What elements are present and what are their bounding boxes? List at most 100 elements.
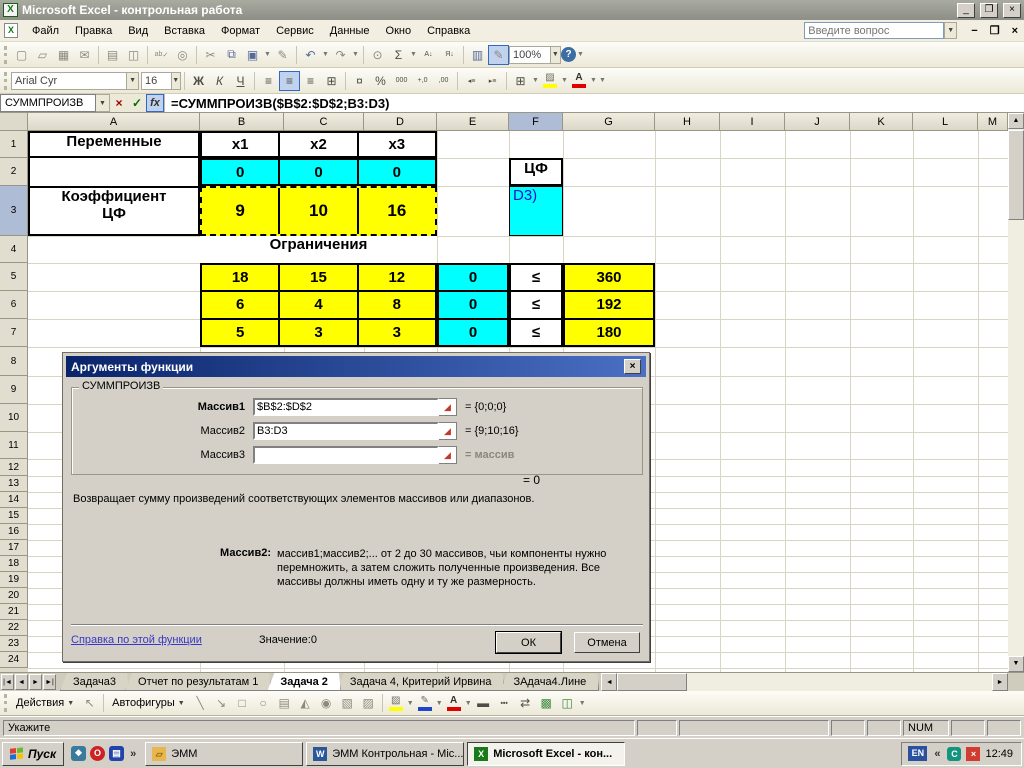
column-header-e[interactable]: E (437, 113, 509, 131)
cell-b3[interactable]: 9 (202, 188, 278, 234)
cell-f3-editing[interactable]: D3) (509, 186, 563, 236)
draw-font-color-icon[interactable]: A (444, 693, 464, 713)
dialog-title-bar[interactable]: Аргументы функции × (66, 356, 646, 377)
taskbar-excel-button[interactable]: X Microsoft Excel - кон... (467, 742, 625, 766)
menu-help[interactable]: Справка (419, 22, 478, 40)
chart-wizard-icon[interactable]: ▥ (467, 45, 488, 65)
align-right-icon[interactable]: ≡ (300, 71, 321, 91)
row-header[interactable]: 24 (0, 652, 28, 668)
cell-b4[interactable]: Ограничения (200, 236, 437, 263)
diagram-icon[interactable]: ◉ (316, 693, 337, 713)
tray-chevron-icon[interactable]: « (932, 748, 942, 760)
text-box-icon[interactable]: ▤ (274, 693, 295, 713)
doc-restore-button[interactable]: ❐ (984, 24, 1006, 37)
range-b1-d1[interactable]: x1 x2 x3 (200, 131, 437, 158)
cell-c2[interactable]: 0 (278, 160, 356, 184)
column-header-m[interactable]: M (978, 113, 1008, 131)
font-color-dropdown-icon[interactable]: ▼ (589, 71, 598, 91)
range-b2-d2[interactable]: 0 0 0 (200, 158, 437, 186)
row-header[interactable]: 22 (0, 620, 28, 636)
cell-a1[interactable]: Переменные (28, 131, 200, 158)
range-e5-e7[interactable]: 0 0 0 (437, 263, 509, 347)
cell-b1[interactable]: x1 (202, 133, 278, 156)
print-preview-icon[interactable]: ◫ (123, 45, 144, 65)
question-input[interactable] (804, 22, 944, 39)
font-size-combo[interactable]: ▼ (141, 72, 181, 90)
toolbar-grip[interactable] (4, 72, 7, 90)
workbook-icon[interactable]: X (4, 23, 18, 38)
name-box-dropdown-icon[interactable]: ▼ (96, 94, 110, 112)
save-icon[interactable]: ▦ (53, 45, 74, 65)
threed-style-icon[interactable]: ◫ (557, 693, 578, 713)
row-header[interactable]: 12 (0, 459, 28, 476)
font-name-dropdown-icon[interactable]: ▼ (126, 73, 138, 89)
cell-d5[interactable]: 12 (357, 265, 435, 290)
row-header[interactable]: 8 (0, 347, 28, 376)
cell-e5[interactable]: 0 (439, 265, 507, 290)
menu-file[interactable]: Файл (24, 22, 67, 40)
line-icon[interactable]: ╲ (190, 693, 211, 713)
cell-a3[interactable]: Коэффициент ЦФ (28, 186, 200, 236)
format-painter-icon[interactable]: ✎ (272, 45, 293, 65)
insert-function-icon[interactable]: fx (146, 94, 164, 112)
cell-d3[interactable]: 16 (357, 188, 435, 234)
picture-icon[interactable]: ▨ (358, 693, 379, 713)
toolbar-options-icon[interactable]: ▼ (576, 45, 585, 65)
percent-icon[interactable]: % (370, 71, 391, 91)
menu-window[interactable]: Окно (378, 22, 420, 40)
tab-zadacha2[interactable]: Задача 2 (267, 673, 341, 691)
column-header-b[interactable]: B (200, 113, 284, 131)
print-icon[interactable]: ▤ (102, 45, 123, 65)
show-desktop-icon[interactable]: ❖ (71, 746, 86, 761)
column-header-j[interactable]: J (785, 113, 850, 131)
cell-g6[interactable]: 192 (565, 292, 653, 317)
scroll-down-icon[interactable]: ▼ (1008, 656, 1024, 672)
cell-d1[interactable]: x3 (357, 133, 435, 156)
select-all-corner[interactable] (0, 113, 28, 131)
row-header[interactable]: 13 (0, 476, 28, 492)
line-style-icon[interactable]: ▬ (473, 693, 494, 713)
close-button[interactable]: × (1003, 3, 1021, 18)
cell-c6[interactable]: 4 (278, 292, 356, 317)
cell-c7[interactable]: 3 (278, 320, 356, 345)
row-header[interactable]: 4 (0, 236, 28, 263)
fill-color-icon[interactable]: ▨ (540, 71, 560, 91)
row-header[interactable]: 16 (0, 524, 28, 540)
column-header-c[interactable]: C (284, 113, 364, 131)
menu-format[interactable]: Формат (213, 22, 268, 40)
formula-input[interactable]: =СУММПРОИЗВ($B$2:$D$2;B3:D3) (164, 94, 1024, 112)
autosum-dropdown-icon[interactable]: ▼ (409, 45, 418, 65)
undo-icon[interactable]: ↶ (300, 45, 321, 65)
scroll-up-icon[interactable]: ▲ (1008, 113, 1024, 129)
draw-font-dropdown-icon[interactable]: ▼ (464, 693, 473, 713)
thousands-icon[interactable]: 000 (391, 71, 412, 91)
scroll-right-icon[interactable]: ► (992, 673, 1008, 691)
decrease-indent-icon[interactable]: ◂≡ (461, 71, 482, 91)
ok-button[interactable]: ОК (496, 632, 561, 653)
bold-icon[interactable]: Ж (188, 71, 209, 91)
arg1-input[interactable] (253, 398, 439, 416)
draw-fill-color-icon[interactable]: ▨ (386, 693, 406, 713)
quick-launch-icon[interactable]: ▤ (109, 746, 124, 761)
toolbar-grip[interactable] (4, 46, 7, 64)
enter-formula-icon[interactable]: ✓ (128, 94, 146, 112)
row-header[interactable]: 2 (0, 158, 28, 186)
cell-e6[interactable]: 0 (439, 292, 507, 317)
menu-tools[interactable]: Сервис (268, 22, 322, 40)
draw-line-color-icon[interactable]: ✎ (415, 693, 435, 713)
sort-ascending-icon[interactable]: А↓ (418, 45, 439, 65)
next-sheet-icon[interactable]: ► (29, 674, 42, 690)
cell-d7[interactable]: 3 (357, 320, 435, 345)
font-name-input[interactable] (12, 75, 126, 87)
tab-otchet[interactable]: Отчет по результатам 1 (125, 673, 271, 691)
hyperlink-icon[interactable]: ⊙ (367, 45, 388, 65)
align-center-icon[interactable]: ≡ (279, 71, 300, 91)
redo-dropdown-icon[interactable]: ▼ (351, 45, 360, 65)
row-header[interactable]: 18 (0, 556, 28, 572)
cell-f2[interactable]: ЦФ (509, 158, 563, 186)
arrow-icon[interactable]: ↘ (211, 693, 232, 713)
draw-actions-menu[interactable]: Действия▼ (11, 695, 79, 711)
cell-g7[interactable]: 180 (565, 320, 653, 345)
font-name-combo[interactable]: ▼ (11, 72, 139, 90)
zoom-input[interactable] (510, 49, 550, 61)
